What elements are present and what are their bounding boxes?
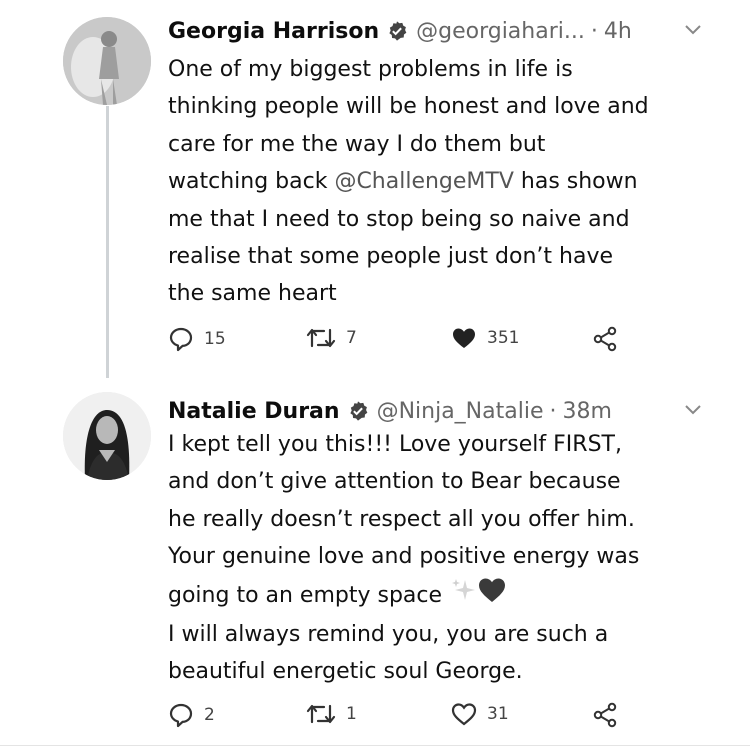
verified-badge-icon — [386, 20, 408, 42]
verified-badge-icon — [347, 400, 369, 422]
display-name[interactable]: Natalie Duran — [168, 399, 340, 424]
reply-icon — [169, 703, 193, 728]
heart-icon — [453, 328, 475, 348]
avatar[interactable] — [63, 392, 151, 480]
tweet-text: One of my biggest problems in life is th… — [168, 51, 728, 313]
retweet-icon — [306, 328, 336, 348]
share-button[interactable] — [592, 326, 618, 352]
mention-link[interactable]: @ChallengeMTV — [334, 169, 513, 194]
share-icon — [593, 702, 617, 728]
tweet-text-part: I will always remind you, you are such a… — [168, 622, 609, 685]
chevron-down-icon[interactable] — [684, 404, 702, 416]
tweet-header: Natalie Duran @Ninja_Natalie · 38m — [168, 394, 730, 428]
reply-button[interactable]: 2 — [168, 702, 215, 728]
avatar[interactable] — [63, 17, 151, 105]
reply-button[interactable]: 15 — [168, 326, 226, 352]
heart-icon — [451, 703, 477, 726]
separator-dot: · — [549, 398, 557, 424]
retweet-button[interactable]: 7 — [306, 326, 357, 350]
timestamp[interactable]: 4h — [604, 19, 632, 44]
display-name[interactable]: Georgia Harrison — [168, 19, 379, 44]
share-icon — [593, 326, 617, 352]
reply-count: 15 — [204, 329, 226, 349]
retweet-button[interactable]: 1 — [306, 702, 357, 726]
like-button[interactable]: 31 — [451, 702, 509, 726]
tweet-text-part: I kept tell you this!!! Love yourself FI… — [168, 432, 640, 608]
handle[interactable]: @Ninja_Natalie — [377, 399, 544, 424]
chevron-down-icon[interactable] — [684, 24, 702, 36]
handle[interactable]: @georgiahari... — [416, 19, 585, 44]
reply-icon — [169, 327, 193, 352]
share-button[interactable] — [592, 702, 618, 728]
separator-dot: · — [590, 18, 598, 44]
tweet-header: Georgia Harrison @georgiahari... · 4h — [168, 14, 730, 48]
retweet-icon — [306, 704, 336, 724]
tweet-actions: 2 1 31 — [168, 702, 638, 730]
timestamp[interactable]: 38m — [563, 399, 612, 424]
retweet-count: 7 — [346, 328, 357, 348]
tweet-actions: 15 7 351 — [168, 326, 638, 354]
like-count: 351 — [487, 328, 520, 348]
divider — [0, 745, 750, 746]
reply-count: 2 — [204, 705, 215, 725]
retweet-count: 1 — [346, 704, 357, 724]
sparkles-emoji — [449, 576, 477, 616]
tweet-georgia[interactable]: Georgia Harrison @georgiahari... · 4h On… — [0, 0, 750, 372]
like-button[interactable]: 351 — [451, 326, 519, 350]
like-count: 31 — [487, 704, 509, 724]
black-heart-emoji — [477, 576, 507, 616]
tweet-natalie[interactable]: Natalie Duran @Ninja_Natalie · 38m I kep… — [0, 380, 750, 750]
tweet-text: I kept tell you this!!! Love yourself FI… — [168, 426, 728, 691]
